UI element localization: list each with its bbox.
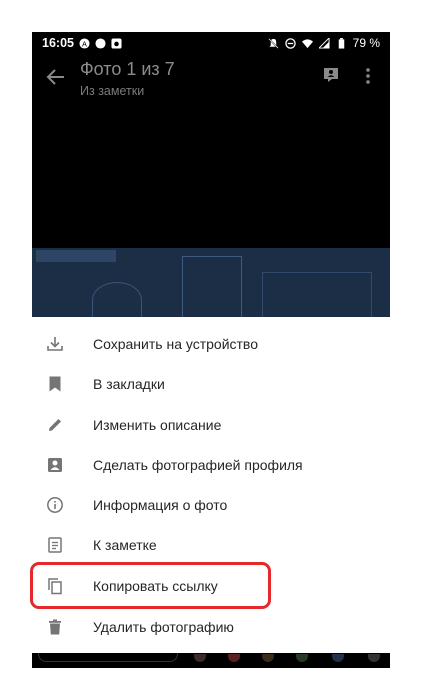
app-bar: Фото 1 из 7 Из заметки <box>32 54 390 116</box>
menu-item-save[interactable]: Сохранить на устройство <box>32 324 390 364</box>
pencil-icon <box>49 419 61 431</box>
menu-item-go-to-note[interactable]: К заметке <box>32 525 390 565</box>
svg-text:A: A <box>82 39 87 48</box>
do-not-disturb-icon <box>284 37 296 49</box>
menu-item-label: Информация о фото <box>93 497 228 513</box>
status-bar: 16:05 A 79 % <box>32 32 390 54</box>
comment-icon[interactable] <box>322 66 340 84</box>
status-time: 16:05 <box>42 36 74 50</box>
bookmark-icon <box>49 376 61 392</box>
nav-app-icon[interactable] <box>332 654 344 662</box>
muted-bell-icon <box>268 37 279 49</box>
battery-percent: 79 % <box>352 36 380 50</box>
nav-app-icon[interactable] <box>368 654 380 662</box>
signal-icon <box>318 37 330 49</box>
more-vert-icon[interactable] <box>362 66 374 86</box>
menu-item-label: Изменить описание <box>93 417 222 433</box>
page-subtitle: Из заметки <box>80 84 145 98</box>
note-icon <box>48 537 62 553</box>
trash-icon <box>49 619 61 635</box>
photo-detail <box>92 282 142 318</box>
wifi-icon <box>301 38 313 48</box>
notification-camera-icon <box>111 37 122 49</box>
highlight-frame <box>30 562 271 609</box>
photo-detail <box>262 272 372 318</box>
menu-item-delete-photo[interactable]: Удалить фотографию <box>32 607 390 647</box>
nav-app-icon[interactable] <box>194 654 206 662</box>
menu-item-label: Удалить фотографию <box>93 619 234 635</box>
battery-icon <box>338 37 344 49</box>
photo-detail <box>182 256 242 318</box>
nav-app-icon[interactable] <box>228 654 240 662</box>
menu-item-label: Сделать фотографией профиля <box>93 457 303 473</box>
download-icon <box>47 337 63 351</box>
page-title: Фото 1 из 7 <box>80 59 175 79</box>
menu-item-label: В закладки <box>93 376 165 392</box>
menu-item-edit-description[interactable]: Изменить описание <box>32 405 390 445</box>
menu-item-set-profile-photo[interactable]: Сделать фотографией профиля <box>32 445 390 485</box>
photo-preview[interactable] <box>32 248 390 318</box>
info-icon <box>47 497 63 513</box>
account-box-icon <box>48 458 62 472</box>
photo-detail <box>36 250 116 262</box>
navigation-bar <box>32 653 390 668</box>
notification-a-icon: A <box>79 37 90 49</box>
nav-app-icon[interactable] <box>262 654 274 662</box>
menu-item-label: К заметке <box>93 537 157 553</box>
notification-circle-icon <box>95 37 106 49</box>
menu-item-label: Сохранить на устройство <box>93 336 258 352</box>
nav-app-icon[interactable] <box>296 654 308 662</box>
nav-handle[interactable] <box>38 653 178 662</box>
back-arrow-icon[interactable] <box>46 67 66 87</box>
menu-item-bookmark[interactable]: В закладки <box>32 364 390 404</box>
menu-item-photo-info[interactable]: Информация о фото <box>32 485 390 525</box>
